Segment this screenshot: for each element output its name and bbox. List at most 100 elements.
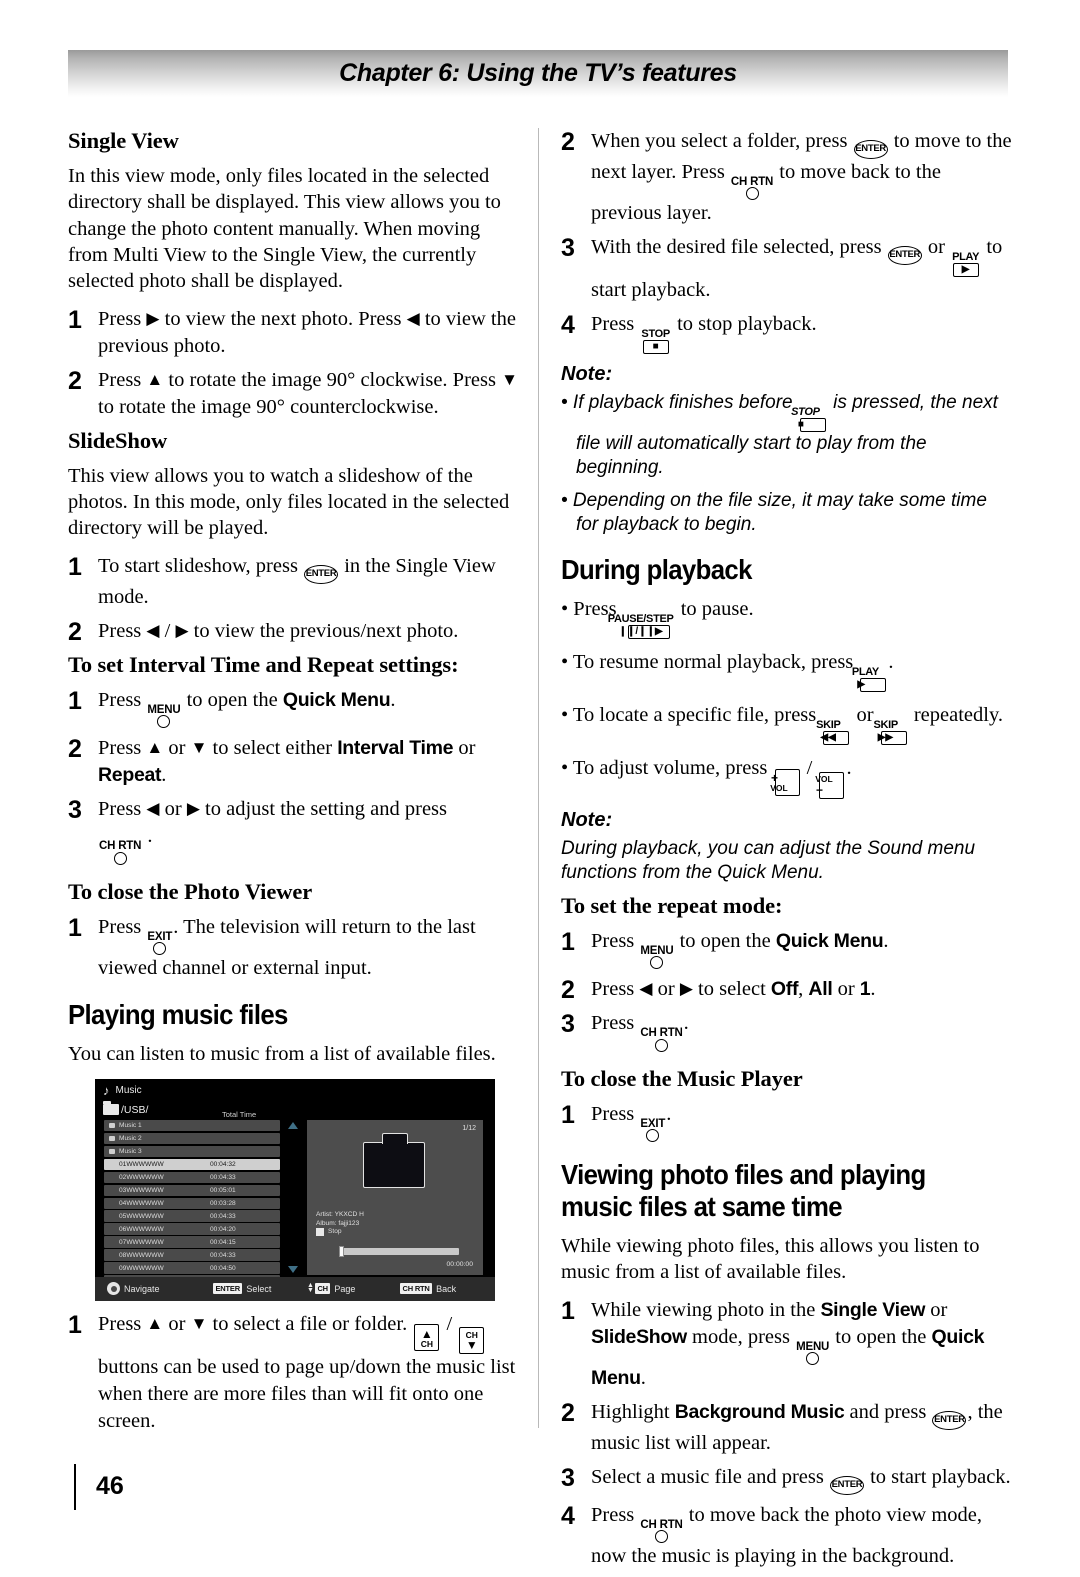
scroll-down-icon[interactable] xyxy=(288,1265,298,1273)
step-number: 1 xyxy=(561,1100,575,1129)
footer-navigate: Navigate xyxy=(107,1282,160,1296)
viewing-both-step-1: 1 While viewing photo in the Single View… xyxy=(561,1297,1012,1393)
track-time: 00:04:33 xyxy=(210,1173,236,1181)
menu-key-icon: MENU xyxy=(640,945,674,970)
player-progress-bar[interactable] xyxy=(339,1245,459,1257)
step-text-a: Press xyxy=(591,1012,635,1035)
ui-term-repeat: Repeat xyxy=(98,764,162,787)
ch-label: CH xyxy=(420,1338,433,1349)
player-track-row[interactable]: 04WWWWWW 00:03:28 xyxy=(104,1197,280,1210)
player-track-row[interactable]: 08WWWWWW 00:04:33 xyxy=(104,1249,280,1262)
ui-term-interval-time: Interval Time xyxy=(337,737,454,760)
ch-rtn-key-icon: CH RTN xyxy=(640,1027,683,1052)
viewing-both-step-3: 3 Select a music file and press ENTER to… xyxy=(561,1464,1012,1495)
down-arrow-glyph: ▼ xyxy=(465,1338,478,1353)
play-glyph: ▶ xyxy=(952,263,979,278)
scroll-up-icon[interactable] xyxy=(288,1121,298,1129)
ch-rtn-key-label: CH RTN xyxy=(640,1027,683,1040)
key-ring xyxy=(157,715,171,729)
or-word: or xyxy=(927,236,945,259)
play-key-icon: PLAY ▶ xyxy=(852,667,887,693)
volume-up-key-icon: + VOL xyxy=(770,768,800,796)
step-text-a: Press xyxy=(591,1102,635,1125)
step-number: 1 xyxy=(68,552,82,581)
stop-key-label: STOP xyxy=(641,328,670,341)
slideshow-body: This view allows you to watch a slidesho… xyxy=(68,464,510,540)
player-path: /USB/ xyxy=(121,1103,149,1116)
repeat-mode-step-3: 3 Press CH RTN . xyxy=(561,1010,1012,1052)
player-track-row[interactable]: 09WWWWWW 00:04:50 xyxy=(104,1262,280,1275)
player-track-row[interactable]: 06WWWWWW 00:04:20 xyxy=(104,1223,280,1236)
enter-tag-icon: ENTER xyxy=(213,1283,243,1295)
footer-page: ▲ ▼ CH Page xyxy=(307,1282,355,1295)
large-folder-icon xyxy=(363,1132,425,1188)
player-folder-row[interactable]: Music 2 xyxy=(104,1132,280,1145)
player-track-row[interactable]: 03WWWWWW 00:05:01 xyxy=(104,1184,280,1197)
player-track-row[interactable]: 02WWWWWW 00:04:33 xyxy=(104,1171,280,1184)
during-playback-bullet-4: • To adjust volume, press + VOL / VOL − … xyxy=(561,755,1012,799)
player-file-list[interactable]: Music 1 Music 2 Music 3 01WWWWWW 00:04:32 02W… xyxy=(104,1119,280,1301)
key-ring xyxy=(655,1530,669,1544)
note-label-2: Note: xyxy=(561,808,613,831)
pause-glyph: ❙❙/❙❙▶ xyxy=(619,625,670,640)
step-text-a: Press xyxy=(98,688,142,711)
step-number: 2 xyxy=(561,976,575,1005)
step-text: Select a music file and press ENTER to s… xyxy=(591,1464,1012,1495)
player-now-playing-panel: 1/12 Artist: YKXCD H Album: fajji123 Sto… xyxy=(307,1119,483,1275)
music-step-4: 4 Press STOP ■ to stop playback. xyxy=(561,311,1012,355)
footer-select-label: Select xyxy=(246,1283,272,1294)
player-folder-row[interactable]: Music 3 xyxy=(104,1145,280,1158)
player-track-row[interactable]: 05WWWWWW 00:04:33 xyxy=(104,1210,280,1223)
period: . xyxy=(666,1102,672,1125)
viewing-both-step-2: 2 Highlight Background Music and press E… xyxy=(561,1399,1012,1457)
ch-tag-icon: CH xyxy=(314,1283,331,1295)
track-time: 00:05:01 xyxy=(210,1186,236,1194)
track-name: 09WWWWWW xyxy=(119,1264,164,1272)
column-divider xyxy=(538,128,539,1428)
key-ring xyxy=(646,1129,660,1143)
track-time: 00:04:50 xyxy=(210,1264,236,1272)
step-number: 3 xyxy=(561,234,575,263)
page-number-rule xyxy=(74,1464,76,1510)
right-arrow-icon: ▶ xyxy=(186,799,200,819)
progress-knob[interactable] xyxy=(339,1245,344,1257)
interval-step-3: 3 Press ◀ or ▶ to adjust the setting and… xyxy=(68,796,519,865)
player-track-row[interactable]: 07WWWWWW 00:04:15 xyxy=(104,1236,280,1249)
ch-down-key-icon: CH ▼ xyxy=(459,1327,485,1355)
player-scrollbar[interactable] xyxy=(287,1120,299,1275)
single-view-step-1: 1 Press ▶ to view the next photo. Press … xyxy=(68,306,519,360)
step-text-a: With the desired file selected, press xyxy=(591,236,882,259)
stop-key-label: STOP xyxy=(791,406,820,419)
bullet-text-a: • To resume normal playback, press xyxy=(561,651,854,674)
note-text-a: • If playback finishes before xyxy=(561,392,793,414)
player-folder-row[interactable]: Music 1 xyxy=(104,1119,280,1132)
step-text-b: and press xyxy=(849,1401,927,1424)
down-arrow-icon: ▼ xyxy=(190,738,208,758)
step-text-d: to open the xyxy=(835,1325,927,1348)
bullet-text-b: repeatedly. xyxy=(913,704,1003,727)
enter-key-icon: ENTER xyxy=(853,139,888,159)
single-view-step-2: 2 Press ▲ to rotate the image 90° clockw… xyxy=(68,367,519,421)
skip-key-label: SKIP xyxy=(873,719,898,732)
step-text-b: to adjust the setting and press xyxy=(205,798,448,821)
pause-step-key-label: PAUSE/STEP xyxy=(607,613,674,626)
player-elapsed-time: 00:00:00 xyxy=(446,1260,473,1268)
key-ring xyxy=(650,956,664,970)
step-text-a: While viewing photo in the xyxy=(591,1298,816,1321)
step-number: 2 xyxy=(68,617,82,646)
player-title: Music xyxy=(115,1084,142,1096)
vol-label: VOL xyxy=(815,774,833,785)
right-arrow-icon: ▶ xyxy=(175,620,189,640)
step-text: Press MENU to open the Quick Menu. xyxy=(98,687,519,729)
viewing-both-step-4: 4 Press CH RTN to move back the photo vi… xyxy=(561,1502,1012,1571)
enter-key-icon: ENTER xyxy=(887,246,922,266)
comma: , xyxy=(798,978,804,1001)
step-text-a: Press xyxy=(591,929,635,952)
player-track-row[interactable]: 01WWWWWW 00:04:32 xyxy=(104,1158,280,1171)
ch-up-key-icon: ▲ CH xyxy=(414,1324,440,1352)
key-ring xyxy=(113,851,127,865)
stop-key-icon: STOP ■ xyxy=(791,406,826,433)
step-text: Press ▲ or ▼ to select a file or folder.… xyxy=(98,1311,519,1436)
artist-line: Artist: YKXCD H xyxy=(316,1210,364,1220)
heading-playing-music-files: Playing music files xyxy=(68,999,288,1031)
